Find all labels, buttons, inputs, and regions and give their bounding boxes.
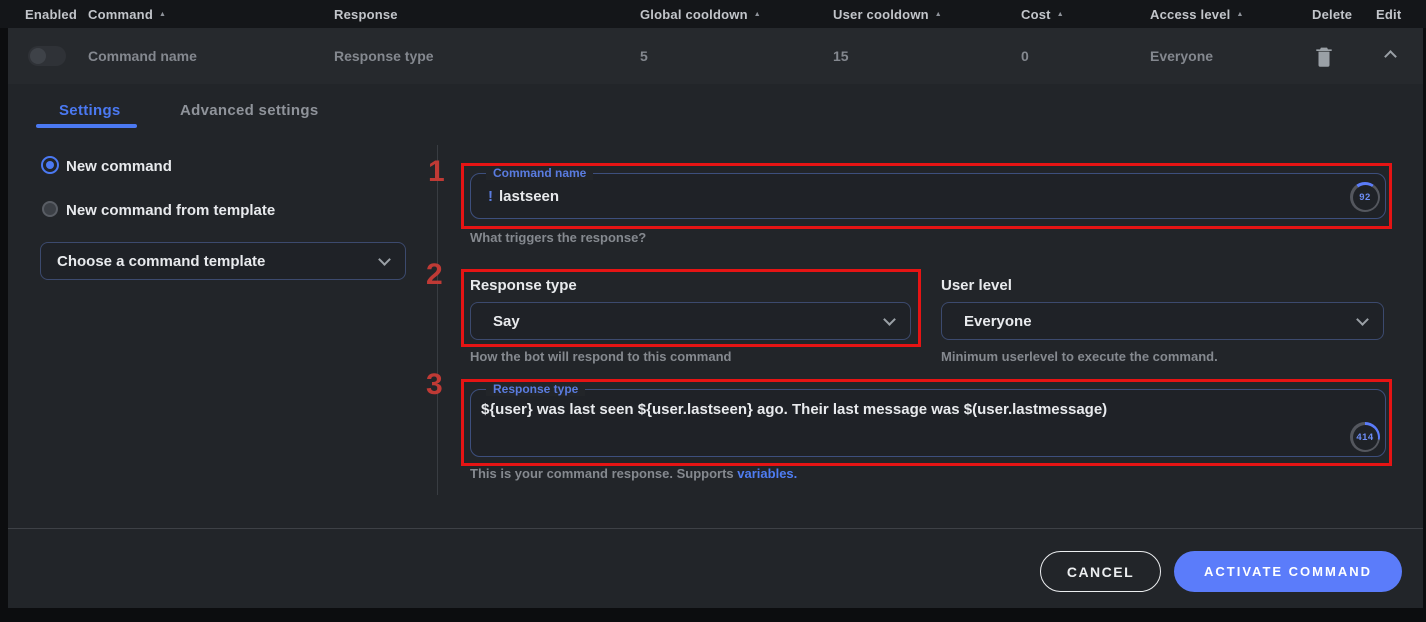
response-type-label: Response type xyxy=(470,277,577,294)
column-global-cooldown[interactable]: Global cooldown▲ xyxy=(640,7,761,22)
column-user-cooldown[interactable]: User cooldown▲ xyxy=(833,7,942,22)
activate-command-button[interactable]: ACTIVATE COMMAND xyxy=(1174,551,1402,592)
sort-asc-icon: ▲ xyxy=(159,11,166,18)
sort-asc-icon: ▲ xyxy=(1236,11,1243,18)
chevron-down-icon xyxy=(1356,313,1369,326)
chevron-down-icon xyxy=(883,313,896,326)
response-textarea[interactable] xyxy=(470,389,1386,457)
column-delete: Delete xyxy=(1312,7,1352,22)
column-edit: Edit xyxy=(1376,7,1401,22)
radio-new-command[interactable] xyxy=(41,156,59,174)
column-response[interactable]: Response xyxy=(334,7,398,22)
command-name-label: Command name xyxy=(486,166,593,180)
user-level-helper: Minimum userlevel to execute the command… xyxy=(941,349,1218,364)
sort-asc-icon: ▲ xyxy=(1057,11,1064,18)
command-template-select[interactable]: Choose a command template xyxy=(40,242,406,280)
radio-selected-dot xyxy=(46,161,54,169)
active-tab-underline xyxy=(36,124,137,128)
annotation-number-1: 1 xyxy=(428,155,445,189)
radio-new-from-template-label[interactable]: New command from template xyxy=(66,202,275,219)
collapse-chevron-up-icon[interactable] xyxy=(1384,50,1397,63)
column-command[interactable]: Command▲ xyxy=(88,7,166,22)
response-helper-text: This is your command response. Supports xyxy=(470,466,737,481)
sort-asc-icon: ▲ xyxy=(754,11,761,18)
row-response-type: Response type xyxy=(334,48,434,64)
response-type-select[interactable]: Say xyxy=(470,302,911,340)
table-header: Enabled Command▲ Response Global cooldow… xyxy=(0,0,1426,28)
row-cost: 0 xyxy=(1021,48,1029,64)
row-user-cooldown: 15 xyxy=(833,48,849,64)
tab-advanced-settings[interactable]: Advanced settings xyxy=(180,102,318,119)
response-type-value: Say xyxy=(487,313,520,330)
annotation-number-2: 2 xyxy=(426,258,443,292)
command-editor-screen: Enabled Command▲ Response Global cooldow… xyxy=(0,0,1426,622)
user-level-value: Everyone xyxy=(958,313,1032,330)
response-helper: This is your command response. Supports … xyxy=(470,466,797,481)
response-char-counter: 414 xyxy=(1350,422,1380,452)
radio-new-command-label[interactable]: New command xyxy=(66,158,172,175)
row-access-level: Everyone xyxy=(1150,48,1213,64)
tab-settings[interactable]: Settings xyxy=(59,102,121,119)
response-field-label: Response type xyxy=(486,382,585,396)
response-value[interactable]: ${user} was last seen ${user.lastseen} a… xyxy=(481,401,1107,418)
footer-divider xyxy=(8,528,1423,529)
variables-link[interactable]: variables. xyxy=(737,466,797,481)
column-cost[interactable]: Cost▲ xyxy=(1021,7,1064,22)
toggle-knob xyxy=(30,48,46,64)
user-level-select[interactable]: Everyone xyxy=(941,302,1384,340)
user-level-label: User level xyxy=(941,277,1012,294)
annotation-number-3: 3 xyxy=(426,368,443,402)
command-name-helper: What triggers the response? xyxy=(470,230,646,245)
radio-new-command-from-template[interactable] xyxy=(42,201,58,217)
column-enabled[interactable]: Enabled xyxy=(25,7,77,22)
row-command-name: Command name xyxy=(88,48,197,64)
command-table-row: Command name Response type 5 15 0 Everyo… xyxy=(8,28,1423,84)
response-type-helper: How the bot will respond to this command xyxy=(470,349,731,364)
delete-trash-icon[interactable] xyxy=(1315,45,1333,67)
sort-asc-icon: ▲ xyxy=(935,11,942,18)
command-name-input[interactable] xyxy=(470,173,1386,219)
cancel-button[interactable]: CANCEL xyxy=(1040,551,1161,592)
command-name-text: lastseen xyxy=(499,188,559,205)
command-name-char-counter: 92 xyxy=(1350,182,1380,212)
command-name-value[interactable]: ! lastseen xyxy=(488,188,559,205)
template-select-value: Choose a command template xyxy=(57,253,265,270)
row-global-cooldown: 5 xyxy=(640,48,648,64)
chevron-down-icon xyxy=(378,253,391,266)
command-prefix: ! xyxy=(488,188,493,205)
column-access-level[interactable]: Access level▲ xyxy=(1150,7,1244,22)
vertical-divider xyxy=(437,145,438,495)
enabled-toggle[interactable] xyxy=(28,46,66,66)
